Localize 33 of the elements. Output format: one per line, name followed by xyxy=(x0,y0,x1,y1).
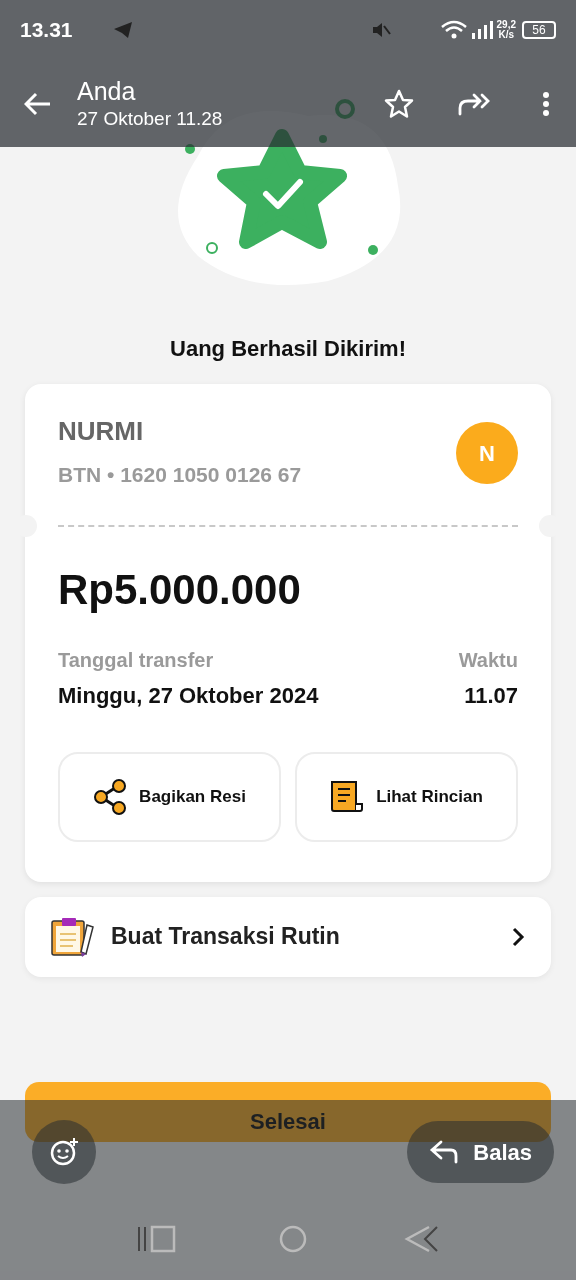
reply-button[interactable]: Balas xyxy=(407,1121,554,1183)
recipient-name: NURMI xyxy=(58,415,145,448)
forward-icon[interactable] xyxy=(458,91,492,116)
avatar: N xyxy=(456,422,518,484)
share-icon xyxy=(93,778,128,815)
transfer-date: Minggu, 27 Oktober 2024 xyxy=(58,681,319,710)
action-button[interactable]: Lihat Rincian xyxy=(295,751,518,842)
action-button[interactable]: Bagikan Resi xyxy=(58,751,281,842)
receipt-icon xyxy=(330,779,365,814)
account-number: BTN • 1620 1050 0126 67 xyxy=(58,462,302,488)
battery-indicator: 56 xyxy=(522,21,556,39)
date-label: Tanggal transfer xyxy=(58,647,215,673)
signal-icon xyxy=(470,21,493,39)
status-time: 13.31 xyxy=(20,17,73,44)
transfer-time: 11.07 xyxy=(464,681,518,710)
more-options-icon[interactable] xyxy=(542,90,550,117)
clipboard-icon xyxy=(51,916,95,957)
star-icon[interactable] xyxy=(384,88,414,119)
back-icon[interactable] xyxy=(402,1225,439,1253)
network-speed-unit: K/s xyxy=(498,30,515,40)
message-timestamp: 27 Oktober 11.28 xyxy=(77,107,224,131)
network-speed: 29,2 xyxy=(496,20,516,30)
wifi-icon xyxy=(440,20,467,40)
emoji-add-icon xyxy=(49,1137,79,1167)
success-heading: Uang Berhasil Dikirim! xyxy=(170,335,406,363)
chevron-right-icon xyxy=(511,926,525,947)
reply-arrow-icon xyxy=(429,1140,460,1164)
mute-icon xyxy=(370,20,391,40)
back-arrow-icon[interactable] xyxy=(24,91,52,116)
sender-name: Anda xyxy=(77,76,137,107)
routine-transaction-row[interactable]: Buat Transaksi Rutin xyxy=(25,896,551,977)
transfer-amount: Rp5.000.000 xyxy=(58,568,302,611)
time-label: Waktu xyxy=(458,647,518,673)
